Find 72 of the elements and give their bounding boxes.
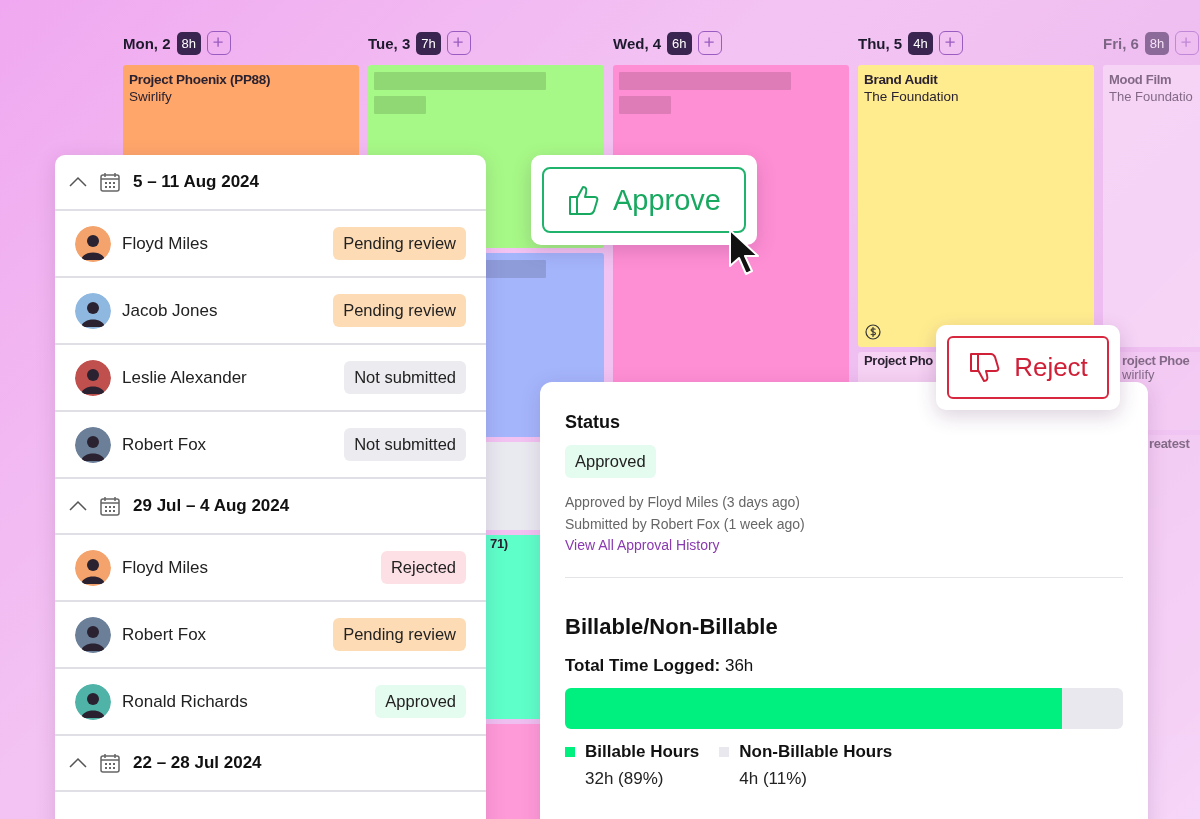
day-label: Thu, 5 xyxy=(858,34,903,52)
hours-badge: 6h xyxy=(667,31,692,55)
calendar-icon xyxy=(99,171,121,193)
week-range: 29 Jul – 4 Aug 2024 xyxy=(133,496,290,516)
legend-label: Non-Billable Hours xyxy=(739,741,893,762)
employee-name: Robert Fox xyxy=(122,434,208,455)
status-badge: Pending review xyxy=(333,618,466,651)
week-range: 5 – 11 Aug 2024 xyxy=(133,172,259,192)
day-label: Tue, 3 xyxy=(368,34,411,52)
employee-name: Jacob Jones xyxy=(122,300,219,321)
calendar-icon xyxy=(99,752,121,774)
event-title: 71) xyxy=(490,537,508,552)
legend-label: Billable Hours xyxy=(585,741,700,762)
event-title: reatest xyxy=(1149,437,1190,452)
submission-note: Submitted by Robert Fox (1 week ago) xyxy=(565,514,806,534)
chevron-up-icon[interactable] xyxy=(69,176,87,188)
approve-button[interactable]: Approve xyxy=(542,167,746,233)
add-icon[interactable] xyxy=(938,31,963,55)
event-block[interactable]: Mood Film The Foundatio xyxy=(1103,65,1200,347)
event-client: Swirlify xyxy=(129,89,172,104)
thumbs-up-icon xyxy=(567,183,601,217)
status-badge: Rejected xyxy=(380,551,466,584)
avatar xyxy=(75,683,111,720)
status-badge: Not submitted xyxy=(344,361,466,394)
hours-badge: 8h xyxy=(1144,31,1170,55)
avatar xyxy=(75,292,111,329)
week-range: 22 – 28 Jul 2024 xyxy=(133,753,262,773)
employee-name: Leslie Alexander xyxy=(122,367,248,388)
event-client: The Foundation xyxy=(864,89,959,104)
status-badge: Approved xyxy=(565,445,656,478)
event-client: The Foundatio xyxy=(1109,89,1193,104)
status-badge: Pending review xyxy=(333,227,466,260)
section-heading: Status xyxy=(565,412,621,433)
legend-value: 4h (11%) xyxy=(739,768,809,789)
add-icon[interactable] xyxy=(697,31,722,55)
avatar xyxy=(75,549,111,586)
event-title: Project Pho xyxy=(864,354,933,369)
legend-value: 32h (89%) xyxy=(585,768,665,789)
avatar xyxy=(75,225,111,262)
employee-name: Robert Fox xyxy=(122,624,208,645)
add-icon[interactable] xyxy=(446,31,471,55)
hours-badge: 4h xyxy=(908,31,933,55)
avatar xyxy=(75,426,111,463)
approval-note: Approved by Floyd Miles (3 days ago) xyxy=(565,493,801,512)
calendar-icon xyxy=(99,495,121,517)
employee-name: Floyd Miles xyxy=(122,233,209,254)
employee-name: Ronald Richards xyxy=(122,691,249,712)
employee-name: Floyd Miles xyxy=(122,557,209,578)
add-icon[interactable] xyxy=(1175,31,1200,55)
event-title: Brand Audit xyxy=(864,72,938,87)
total-time: Total Time Logged: 36h xyxy=(565,655,755,676)
day-label: Wed, 4 xyxy=(613,34,662,52)
avatar xyxy=(75,359,111,396)
status-badge: Pending review xyxy=(333,294,466,327)
section-heading: Billable/Non-Billable xyxy=(565,613,779,640)
event-title: roject Phoe xyxy=(1122,354,1190,369)
hours-badge: 8h xyxy=(176,31,201,55)
chevron-up-icon[interactable] xyxy=(69,500,87,512)
avatar xyxy=(75,616,111,653)
event-title: Project Phoenix (PP88) xyxy=(129,72,271,87)
reject-button[interactable]: Reject xyxy=(947,336,1109,399)
status-badge: Approved xyxy=(375,685,466,718)
event-title: Mood Film xyxy=(1109,72,1172,87)
day-label: Fri, 6 xyxy=(1103,34,1139,52)
event-block[interactable]: Brand Audit The Foundation xyxy=(858,65,1094,347)
history-link[interactable]: View All Approval History xyxy=(565,535,720,557)
event-client: wirlify xyxy=(1122,368,1155,383)
status-badge: Not submitted xyxy=(344,428,466,461)
chevron-up-icon[interactable] xyxy=(69,757,87,769)
day-label: Mon, 2 xyxy=(123,34,171,52)
add-icon[interactable] xyxy=(206,31,231,55)
hours-badge: 7h xyxy=(416,31,441,55)
